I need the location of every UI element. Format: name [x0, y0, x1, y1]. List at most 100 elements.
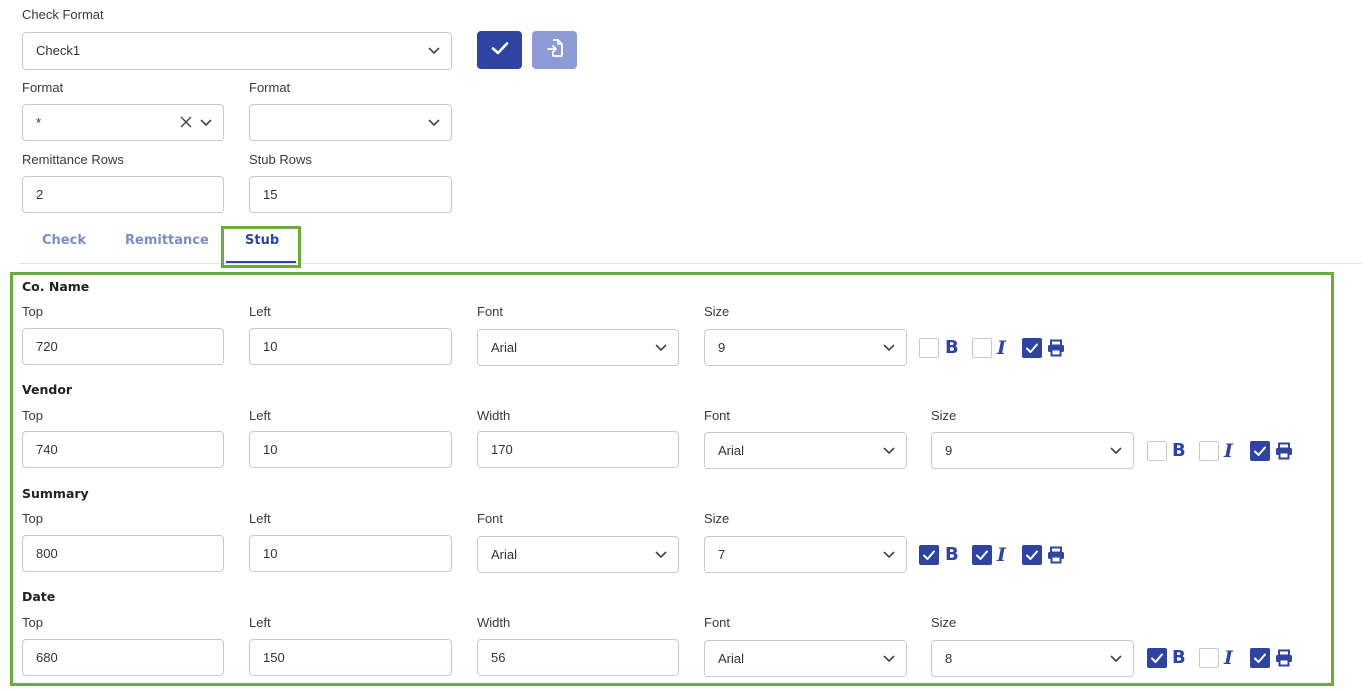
summary-size-value: 7: [718, 547, 726, 562]
vendor-size-label: Size: [931, 408, 957, 423]
vendor-width-label: Width: [477, 408, 511, 423]
chevron-down-icon: [198, 114, 214, 130]
date-font-label: Font: [704, 615, 731, 630]
format-select[interactable]: *: [22, 104, 224, 141]
co-name-font-select[interactable]: Arial: [477, 329, 679, 366]
chevron-down-icon: [653, 546, 669, 562]
co-name-left-label: Left: [249, 304, 271, 319]
chevron-down-icon: [881, 339, 897, 355]
summary-top-input[interactable]: 800: [22, 535, 224, 572]
co-name-title: Co. Name: [22, 279, 90, 294]
remittance-rows-input[interactable]: 2: [22, 176, 224, 213]
clear-icon[interactable]: [179, 115, 193, 129]
vendor-font-value: Arial: [718, 443, 745, 458]
co-name-print-checkbox[interactable]: [1022, 338, 1042, 358]
co-name-font-value: Arial: [491, 340, 518, 355]
co-name-size-select[interactable]: 9: [704, 329, 907, 366]
remittance-rows-label: Remittance Rows: [22, 152, 124, 167]
vendor-print-checkbox[interactable]: [1250, 441, 1270, 461]
co-name-top-input[interactable]: 720: [22, 328, 224, 365]
apply-button[interactable]: [477, 31, 522, 69]
tab-remittance[interactable]: Remittance: [125, 233, 209, 248]
bold-icon: B: [1172, 647, 1186, 668]
tab-check[interactable]: Check: [42, 233, 86, 248]
co-name-bold-checkbox[interactable]: [919, 338, 939, 358]
date-width-input[interactable]: 56: [477, 639, 679, 676]
vendor-top-input[interactable]: 740: [22, 431, 224, 468]
check-format-value: Check1: [36, 43, 81, 58]
date-left-value: 150: [263, 650, 285, 665]
date-left-label: Left: [249, 615, 271, 630]
italic-icon: I: [1224, 647, 1233, 669]
co-name-top-value: 720: [36, 339, 58, 354]
summary-font-label: Font: [477, 511, 504, 526]
printer-icon: [1047, 546, 1065, 564]
italic-icon: I: [1224, 440, 1233, 462]
summary-bold-checkbox[interactable]: [919, 545, 939, 565]
check-format-select[interactable]: Check1: [22, 32, 452, 70]
summary-print-checkbox[interactable]: [1022, 545, 1042, 565]
vendor-top-label: Top: [22, 408, 43, 423]
format-value: *: [36, 115, 42, 130]
tab-highlight: [221, 226, 301, 268]
date-top-label: Top: [22, 615, 43, 630]
date-size-label: Size: [931, 615, 957, 630]
format-select-2[interactable]: [249, 104, 452, 141]
summary-left-value: 10: [263, 546, 278, 561]
import-button[interactable]: [532, 31, 577, 69]
summary-size-select[interactable]: 7: [704, 536, 907, 573]
stub-rows-label: Stub Rows: [249, 152, 312, 167]
printer-icon: [1275, 442, 1293, 460]
printer-icon: [1047, 339, 1065, 357]
bold-icon: B: [1172, 440, 1186, 461]
vendor-font-select[interactable]: Arial: [704, 432, 907, 469]
date-top-input[interactable]: 680: [22, 639, 224, 676]
printer-icon: [1275, 649, 1293, 667]
chevron-down-icon: [426, 42, 442, 58]
stub-rows-value: 15: [263, 187, 278, 202]
date-width-label: Width: [477, 615, 511, 630]
file-import-icon: [545, 38, 565, 63]
vendor-title: Vendor: [22, 382, 73, 397]
date-size-select[interactable]: 8: [931, 640, 1134, 677]
date-font-value: Arial: [718, 651, 745, 666]
vendor-size-select[interactable]: 9: [931, 432, 1134, 469]
date-top-value: 680: [36, 650, 58, 665]
format-label-2: Format: [249, 80, 291, 95]
check-format-label: Check Format: [22, 7, 104, 22]
chevron-down-icon: [1108, 650, 1124, 666]
stub-rows-input[interactable]: 15: [249, 176, 452, 213]
summary-size-label: Size: [704, 511, 730, 526]
summary-title: Summary: [22, 486, 89, 501]
chevron-down-icon: [1108, 442, 1124, 458]
vendor-italic-checkbox[interactable]: [1199, 441, 1219, 461]
co-name-italic-checkbox[interactable]: [972, 338, 992, 358]
date-italic-checkbox[interactable]: [1199, 648, 1219, 668]
summary-left-input[interactable]: 10: [249, 535, 452, 572]
date-bold-checkbox[interactable]: [1147, 648, 1167, 668]
remittance-rows-value: 2: [36, 187, 44, 202]
bold-icon: B: [945, 544, 959, 565]
summary-left-label: Left: [249, 511, 271, 526]
date-title: Date: [22, 589, 56, 604]
summary-font-select[interactable]: Arial: [477, 536, 679, 573]
chevron-down-icon: [881, 442, 897, 458]
vendor-left-value: 10: [263, 442, 278, 457]
vendor-bold-checkbox[interactable]: [1147, 441, 1167, 461]
checkmark-icon: [490, 38, 510, 63]
date-print-checkbox[interactable]: [1250, 648, 1270, 668]
date-font-select[interactable]: Arial: [704, 640, 907, 677]
co-name-size-value: 9: [718, 340, 726, 355]
chevron-down-icon: [653, 339, 669, 355]
vendor-left-input[interactable]: 10: [249, 431, 452, 468]
co-name-font-label: Font: [477, 304, 504, 319]
vendor-width-input[interactable]: 170: [477, 431, 679, 468]
vendor-width-value: 170: [491, 442, 513, 457]
summary-font-value: Arial: [491, 547, 518, 562]
co-name-left-input[interactable]: 10: [249, 328, 452, 365]
co-name-top-label: Top: [22, 304, 43, 319]
summary-italic-checkbox[interactable]: [972, 545, 992, 565]
date-left-input[interactable]: 150: [249, 639, 452, 676]
co-name-size-label: Size: [704, 304, 730, 319]
date-width-value: 56: [491, 650, 506, 665]
